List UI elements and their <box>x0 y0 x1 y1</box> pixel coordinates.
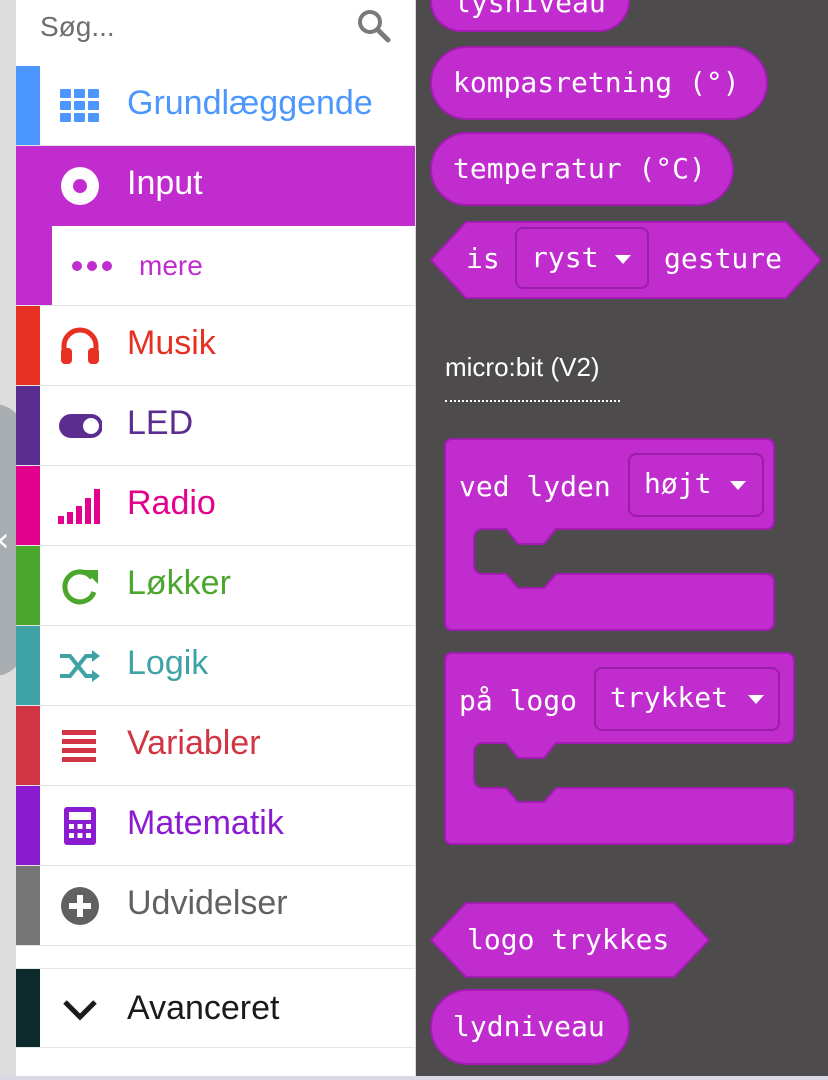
category-label: Avanceret <box>127 989 280 1027</box>
category-variables[interactable]: Variabler <box>16 706 415 786</box>
category-label: mere <box>139 250 203 281</box>
category-label: Løkker <box>127 564 231 602</box>
search-box <box>16 0 415 64</box>
section-divider <box>445 400 620 402</box>
category-color-bar <box>16 66 40 145</box>
ellipsis-icon <box>72 261 112 271</box>
category-color-bar <box>16 706 40 785</box>
search-icon[interactable] <box>356 8 392 44</box>
block-flyout: lysniveau kompasretning (°) temperatur (… <box>416 0 828 1076</box>
grid-icon <box>60 89 99 122</box>
toolbox: Grundlæggende Input mere Musik LE <box>16 0 415 1080</box>
category-label: Udvidelser <box>127 884 288 922</box>
toggle-icon <box>59 414 102 438</box>
block-label: kompasretning (°) <box>453 66 740 99</box>
category-color-bar <box>16 466 40 545</box>
category-color-bar <box>16 866 40 945</box>
dropdown-caret-icon <box>748 695 764 704</box>
block-label: is <box>466 242 500 275</box>
category-label: Variabler <box>127 724 261 762</box>
category-label: Radio <box>127 484 216 522</box>
category-color-bar <box>16 786 40 865</box>
category-color-bar <box>16 386 40 465</box>
category-logic[interactable]: Logik <box>16 626 415 706</box>
category-color-bar <box>16 546 40 625</box>
category-label: Grundlæggende <box>127 84 373 122</box>
category-radio[interactable]: Radio <box>16 466 415 546</box>
category-label: Matematik <box>127 804 284 842</box>
shuffle-icon <box>60 650 100 682</box>
block-label: lysniveau <box>454 0 606 19</box>
list-icon <box>62 730 96 762</box>
gesture-dropdown[interactable]: ryst <box>515 227 649 289</box>
dropdown-value: trykket <box>610 681 729 714</box>
category-math[interactable]: Matematik <box>16 786 415 866</box>
dropdown-value: højt <box>644 467 712 500</box>
dropdown-caret-icon <box>730 481 746 490</box>
plus-circle-icon <box>61 887 99 925</box>
block-label: ved lyden <box>459 470 611 503</box>
search-input[interactable] <box>38 6 342 48</box>
target-icon <box>61 167 99 205</box>
category-color-bar <box>16 226 52 305</box>
category-label: Logik <box>127 644 209 682</box>
category-label: LED <box>127 404 194 442</box>
category-color-bar <box>16 969 40 1047</box>
dropdown-value: ryst <box>531 241 599 274</box>
block-label: gesture <box>664 242 783 275</box>
block-label: logo trykkes <box>467 923 670 956</box>
category-led[interactable]: LED <box>16 386 415 466</box>
category-loops[interactable]: Løkker <box>16 546 415 626</box>
block-label: temperatur (°C) <box>453 152 706 185</box>
logo-action-dropdown[interactable]: trykket <box>594 667 780 731</box>
calculator-icon <box>64 807 96 845</box>
category-extensions[interactable]: Udvidelser <box>16 866 415 946</box>
sound-level-dropdown[interactable]: højt <box>628 453 764 517</box>
signal-bars-icon <box>58 489 100 524</box>
category-advanced[interactable]: Avanceret <box>16 968 415 1048</box>
section-heading: micro:bit (V2) <box>445 352 600 382</box>
category-label: Musik <box>127 324 216 362</box>
category-label: Input <box>127 164 203 202</box>
category-color-bar <box>16 306 40 385</box>
refresh-icon <box>62 569 98 605</box>
dropdown-caret-icon <box>615 255 631 264</box>
category-input-more[interactable]: mere <box>16 226 415 306</box>
collapse-arrow-icon[interactable]: ‹ <box>0 520 10 560</box>
category-color-bar <box>16 626 40 705</box>
bottom-scroll-strip <box>0 1076 828 1080</box>
block-label: lydniveau <box>453 1010 605 1043</box>
category-music[interactable]: Musik <box>16 306 415 386</box>
headphones-icon <box>61 327 99 364</box>
category-input[interactable]: Input <box>16 146 415 226</box>
block-label: på logo <box>459 684 578 717</box>
chevron-down-icon <box>63 1000 97 1021</box>
category-basic[interactable]: Grundlæggende <box>16 66 415 146</box>
